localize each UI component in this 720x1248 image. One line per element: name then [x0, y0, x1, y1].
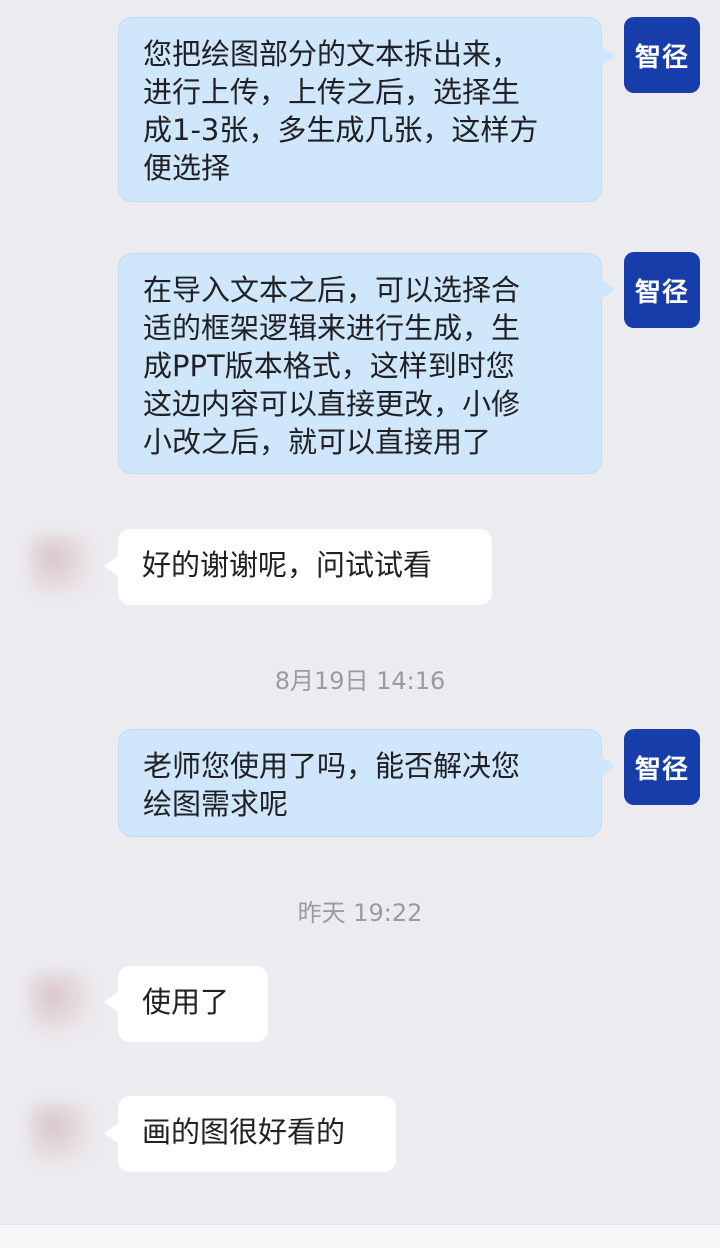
message-line: 便选择 — [143, 151, 231, 185]
bubble-tail-right — [601, 46, 615, 66]
message-line: 使用了 — [142, 985, 230, 1019]
message-line: 老师您使用了吗，能否解决您 — [143, 749, 521, 783]
message-line: 画的图很好看的 — [142, 1115, 346, 1149]
timestamp: 昨天 19:22 — [297, 899, 423, 927]
contact-avatar[interactable] — [28, 533, 92, 597]
sender-avatar[interactable]: 智径 — [624, 17, 700, 93]
message-line: 在导入文本之后，可以选择合 — [143, 273, 521, 307]
timestamp: 8月19日 14:16 — [274, 667, 446, 695]
message-line: 适的框架逻辑来进行生成，生 — [143, 311, 521, 345]
message-bubble-left-1[interactable]: 好的谢谢呢，问试试看 — [118, 529, 492, 605]
message-bubble-left-3[interactable]: 画的图很好看的 — [118, 1096, 396, 1172]
contact-avatar[interactable] — [28, 971, 92, 1035]
sender-avatar[interactable]: 智径 — [624, 252, 700, 328]
bubble-tail-left — [104, 992, 118, 1012]
message-line: 好的谢谢呢，问试试看 — [142, 548, 433, 582]
message-bubble-left-2[interactable]: 使用了 — [118, 966, 268, 1042]
message-bubble-right-1[interactable]: 您把绘图部分的文本拆出来， 进行上传，上传之后，选择生 成1-3张，多生成几张，… — [118, 17, 602, 202]
avatar-label: 智径 — [634, 42, 689, 73]
bubble-tail-left — [104, 1123, 118, 1143]
message-line: 成PPT版本格式，这样到时您 — [143, 349, 515, 383]
sender-avatar[interactable]: 智径 — [624, 729, 700, 805]
top-divider — [0, 0, 110, 14]
contact-avatar[interactable] — [28, 1101, 92, 1165]
message-line: 进行上传，上传之后，选择生 — [143, 75, 521, 109]
message-line: 小改之后，就可以直接用了 — [143, 425, 492, 459]
message-bubble-right-3[interactable]: 老师您使用了吗，能否解决您 绘图需求呢 — [118, 729, 602, 837]
message-bubble-right-2[interactable]: 在导入文本之后，可以选择合 适的框架逻辑来进行生成，生 成PPT版本格式，这样到… — [118, 253, 602, 474]
message-line: 您把绘图部分的文本拆出来， — [143, 37, 521, 71]
input-bar-edge — [0, 1224, 720, 1248]
bubble-tail-left — [104, 556, 118, 576]
chat-screen: 您把绘图部分的文本拆出来， 进行上传，上传之后，选择生 成1-3张，多生成几张，… — [0, 0, 720, 1248]
message-line: 这边内容可以直接更改，小修 — [143, 387, 521, 421]
bubble-tail-right — [601, 756, 615, 776]
avatar-label: 智径 — [634, 277, 689, 308]
bubble-tail-right — [601, 279, 615, 299]
message-line: 绘图需求呢 — [143, 787, 289, 821]
message-line: 成1-3张，多生成几张，这样方 — [143, 113, 539, 147]
avatar-label: 智径 — [634, 754, 689, 785]
